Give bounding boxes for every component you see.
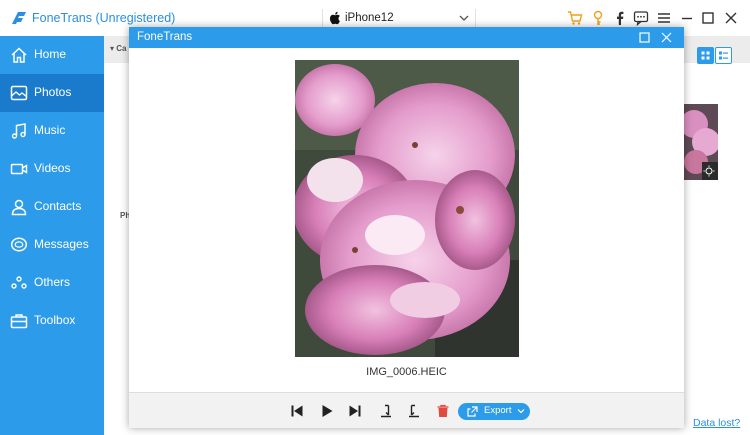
device-name: iPhone12 [345, 12, 394, 24]
sidebar-item-label: Home [34, 47, 67, 61]
app-title: FoneTrans (Unregistered) [32, 11, 176, 25]
video-icon [10, 163, 28, 175]
category-header: ▾ Ca [110, 44, 127, 53]
sidebar-item-music[interactable]: Music [0, 112, 104, 150]
apple-icon [329, 11, 340, 25]
photo-icon [10, 85, 28, 101]
rotate-left-icon[interactable] [379, 404, 393, 418]
sidebar-item-contacts[interactable]: Contacts [0, 188, 104, 226]
photo-thumbnail[interactable] [684, 104, 718, 180]
first-icon[interactable] [290, 404, 304, 418]
photo-preview-image [295, 60, 519, 357]
sidebar-item-label: Toolbox [34, 313, 76, 327]
sidebar-item-label: Messages [34, 237, 89, 251]
rotate-right-icon[interactable] [407, 404, 421, 418]
sidebar-item-photos[interactable]: Photos [0, 74, 104, 112]
maximize-icon[interactable] [700, 10, 716, 26]
menu-icon[interactable] [656, 10, 672, 26]
sidebar-item-videos[interactable]: Videos [0, 150, 104, 188]
contacts-icon [11, 199, 27, 216]
sidebar-item-others[interactable]: Others [0, 264, 104, 302]
cart-icon[interactable] [567, 10, 583, 26]
export-label: Export [484, 405, 512, 416]
play-icon[interactable] [320, 404, 334, 418]
minimize-icon[interactable] [679, 10, 695, 26]
chat-icon[interactable] [633, 10, 649, 26]
photo-preview-dialog: FoneTrans IMG_0006.HEIC Export [129, 27, 684, 428]
export-icon [467, 406, 478, 417]
facebook-icon[interactable] [612, 10, 628, 26]
grid-view-icon [701, 51, 710, 60]
key-icon[interactable] [590, 10, 606, 26]
thumbnail-image [684, 104, 718, 180]
music-icon [11, 123, 26, 139]
sidebar-item-label: Photos [34, 85, 72, 99]
grid-view-button[interactable] [697, 47, 714, 64]
list-view-icon [719, 51, 728, 60]
device-selector[interactable]: iPhone12 [322, 9, 476, 29]
home-icon [11, 47, 27, 63]
sidebar-item-label: Others [34, 275, 71, 289]
data-lost-link[interactable]: Data lost? [693, 417, 740, 429]
last-icon[interactable] [348, 404, 362, 418]
close-icon[interactable] [661, 32, 672, 43]
list-view-button[interactable] [715, 47, 732, 64]
sidebar-item-toolbox[interactable]: Toolbox [0, 302, 104, 340]
sidebar-item-label: Music [34, 123, 66, 137]
messages-icon [10, 237, 28, 252]
app-logo-icon [12, 12, 26, 24]
delete-icon[interactable] [436, 404, 450, 418]
sidebar-item-label: Contacts [34, 199, 82, 213]
dialog-title: FoneTrans [137, 31, 193, 43]
close-icon[interactable] [723, 10, 739, 26]
sidebar-item-messages[interactable]: Messages [0, 226, 104, 264]
dialog-header: FoneTrans [129, 27, 684, 48]
chevron-down-icon [459, 15, 469, 21]
sidebar-item-home[interactable]: Home [0, 36, 104, 74]
chevron-down-icon[interactable] [517, 407, 525, 415]
export-button[interactable]: Export [458, 403, 530, 420]
others-icon [11, 276, 27, 289]
sidebar-item-label: Videos [34, 161, 71, 175]
sidebar: Home Photos Music Videos Contacts Messag… [0, 36, 104, 435]
preview-toolbar: Export [129, 392, 684, 428]
toolbox-icon [10, 314, 28, 329]
maximize-icon[interactable] [639, 32, 650, 43]
file-name: IMG_0006.HEIC [366, 366, 447, 378]
